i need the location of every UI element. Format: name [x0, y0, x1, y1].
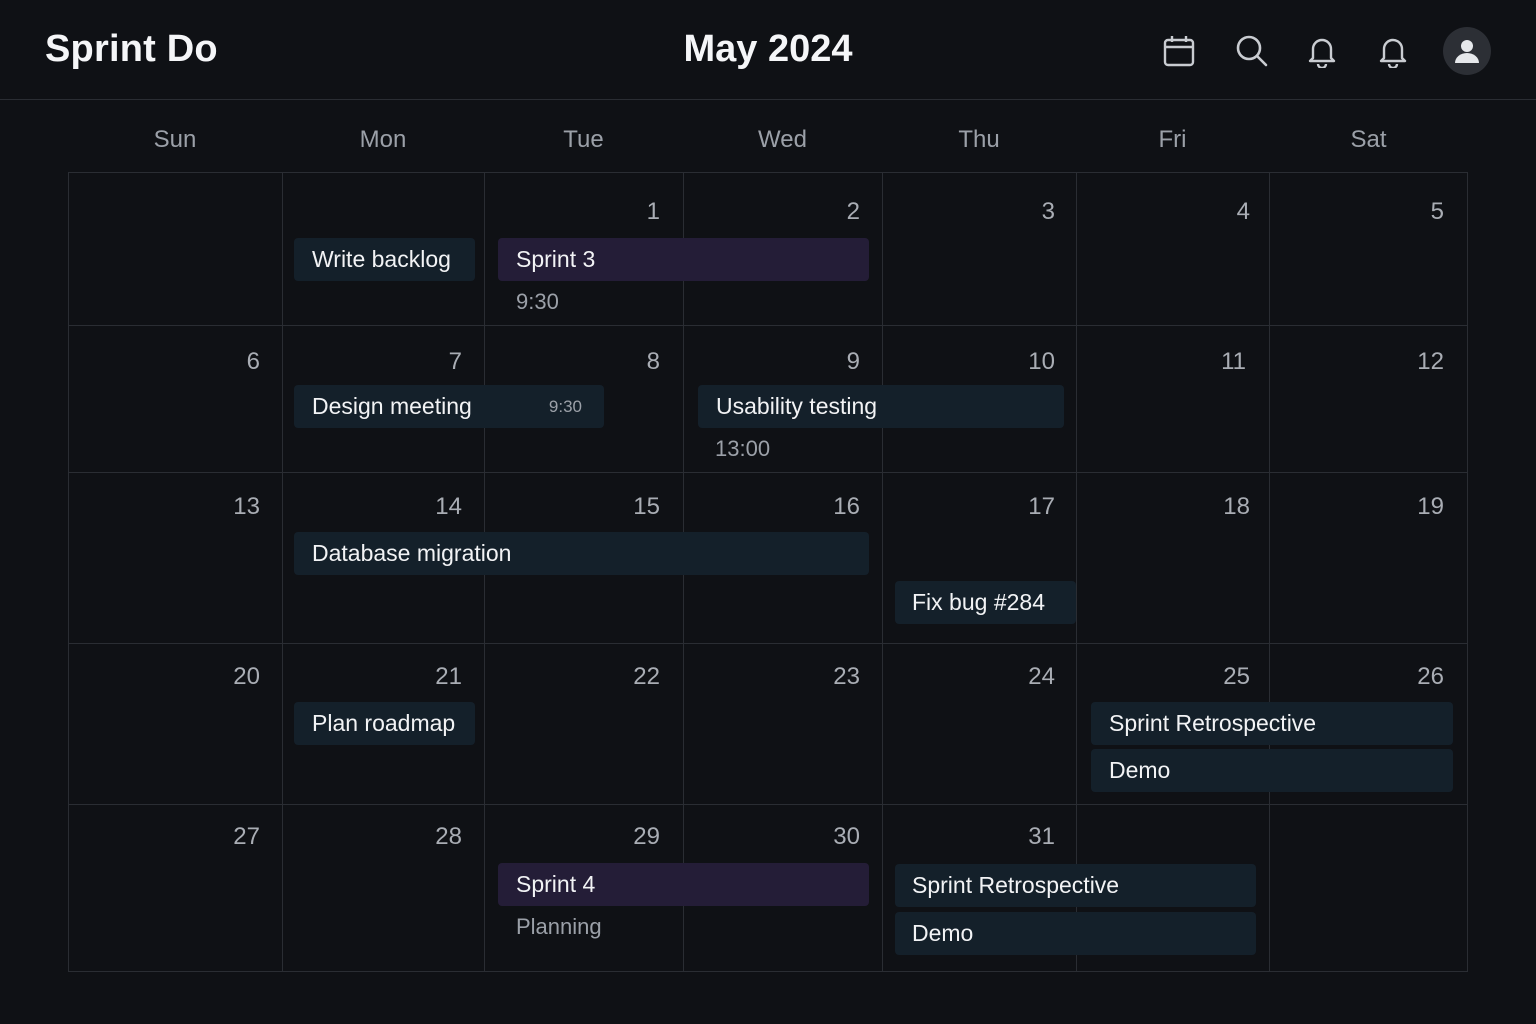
event-title: Usability testing: [716, 393, 878, 419]
day-number[interactable]: 25: [1190, 663, 1250, 691]
grid-line: [68, 172, 69, 972]
event-title: Sprint Retrospective: [1109, 710, 1317, 736]
grid-line: [68, 971, 1468, 972]
grid-line: [1269, 172, 1270, 972]
event-title: Sprint 4: [516, 871, 596, 897]
event-sprint-retrospective[interactable]: Sprint Retrospective: [895, 864, 1256, 907]
event-title: Sprint 3: [516, 246, 596, 272]
day-number[interactable]: 23: [800, 663, 860, 691]
grid-line: [68, 804, 1468, 805]
event-demo[interactable]: Demo: [1091, 749, 1453, 792]
day-number[interactable]: 5: [1384, 198, 1444, 226]
event-sprint-3[interactable]: Sprint 3: [498, 238, 869, 281]
event-title: Database migration: [312, 540, 512, 566]
day-number[interactable]: 13: [200, 493, 260, 521]
grid-line: [68, 643, 1468, 644]
weekday-tue: Tue: [563, 126, 604, 153]
event-title: Plan roadmap: [312, 710, 456, 736]
day-number[interactable]: 11: [1186, 348, 1246, 376]
day-number[interactable]: 15: [600, 493, 660, 521]
day-number[interactable]: 20: [200, 663, 260, 691]
event-plan-roadmap[interactable]: Plan roadmap: [294, 702, 475, 745]
event-time: 9:30: [516, 289, 559, 314]
grid-line: [1467, 172, 1468, 972]
day-number[interactable]: 19: [1384, 493, 1444, 521]
day-number[interactable]: 21: [402, 663, 462, 691]
user-icon: [1455, 40, 1479, 63]
event-write-backlog[interactable]: Write backlog: [294, 238, 475, 281]
grid-line: [68, 325, 1468, 326]
day-number[interactable]: 7: [402, 348, 462, 376]
weekday-sun: Sun: [153, 126, 197, 153]
event-title: Sprint Retrospective: [912, 872, 1120, 898]
day-number[interactable]: 26: [1384, 663, 1444, 691]
day-number[interactable]: 28: [402, 823, 462, 851]
grid-line: [1076, 172, 1077, 972]
day-number[interactable]: 1: [600, 198, 660, 226]
day-number[interactable]: 8: [600, 348, 660, 376]
day-number[interactable]: 3: [995, 198, 1055, 226]
day-number[interactable]: 10: [995, 348, 1055, 376]
top-bar: Sprint Do May 2024: [0, 0, 1536, 100]
day-number[interactable]: 22: [600, 663, 660, 691]
calendar-icon[interactable]: [1156, 28, 1202, 74]
grid-line: [882, 172, 883, 972]
bell-icon[interactable]: [1370, 28, 1416, 74]
day-number[interactable]: 12: [1384, 348, 1444, 376]
day-number[interactable]: 2: [800, 198, 860, 226]
event-database-migration[interactable]: Database migration: [294, 532, 869, 575]
event-sprint-4[interactable]: Sprint 4: [498, 863, 869, 906]
event-subtitle: Planning: [516, 914, 602, 939]
event-title: Fix bug #284: [912, 589, 1045, 615]
event-design-meeting[interactable]: Design meeting 9:30: [294, 385, 604, 428]
event-sprint-retrospective[interactable]: Sprint Retrospective: [1091, 702, 1453, 745]
grid-line: [68, 172, 1468, 173]
user-avatar[interactable]: [1443, 27, 1491, 75]
event-time: 9:30: [548, 397, 582, 416]
search-icon[interactable]: [1229, 28, 1275, 74]
weekday-thu: Thu: [958, 126, 1000, 153]
day-number[interactable]: 6: [200, 348, 260, 376]
day-number[interactable]: 9: [800, 348, 860, 376]
event-usability-testing[interactable]: Usability testing: [698, 385, 1064, 428]
day-number[interactable]: 24: [995, 663, 1055, 691]
grid-line: [282, 172, 283, 972]
day-number[interactable]: 27: [200, 823, 260, 851]
event-title: Write backlog: [312, 246, 451, 272]
event-title: Demo: [912, 920, 974, 946]
event-fix-bug[interactable]: Fix bug #284: [895, 581, 1076, 624]
day-number[interactable]: 31: [995, 823, 1055, 851]
event-title: Demo: [1109, 757, 1171, 783]
day-number[interactable]: 18: [1190, 493, 1250, 521]
day-number[interactable]: 29: [600, 823, 660, 851]
month-grid: 1 2 3 4 5 6 7 8 9 10 11 12 13 14 15 16 1…: [68, 172, 1468, 972]
event-demo[interactable]: Demo: [895, 912, 1256, 955]
bell-icon[interactable]: [1299, 28, 1345, 74]
day-number[interactable]: 16: [800, 493, 860, 521]
app-title: Sprint Do: [45, 28, 218, 70]
weekday-fri: Fri: [1158, 126, 1187, 153]
event-title: Design meeting: [312, 393, 472, 419]
weekday-wed: Wed: [758, 126, 807, 153]
day-number[interactable]: 30: [800, 823, 860, 851]
weekday-sat: Sat: [1350, 126, 1387, 153]
day-number[interactable]: 17: [995, 493, 1055, 521]
grid-line: [68, 472, 1468, 473]
weekday-header: Sun Mon Tue Wed Thu Fri Sat: [68, 118, 1468, 162]
day-number[interactable]: 4: [1190, 198, 1250, 226]
day-number[interactable]: 14: [402, 493, 462, 521]
event-time: 13:00: [715, 436, 771, 461]
weekday-mon: Mon: [359, 126, 407, 153]
